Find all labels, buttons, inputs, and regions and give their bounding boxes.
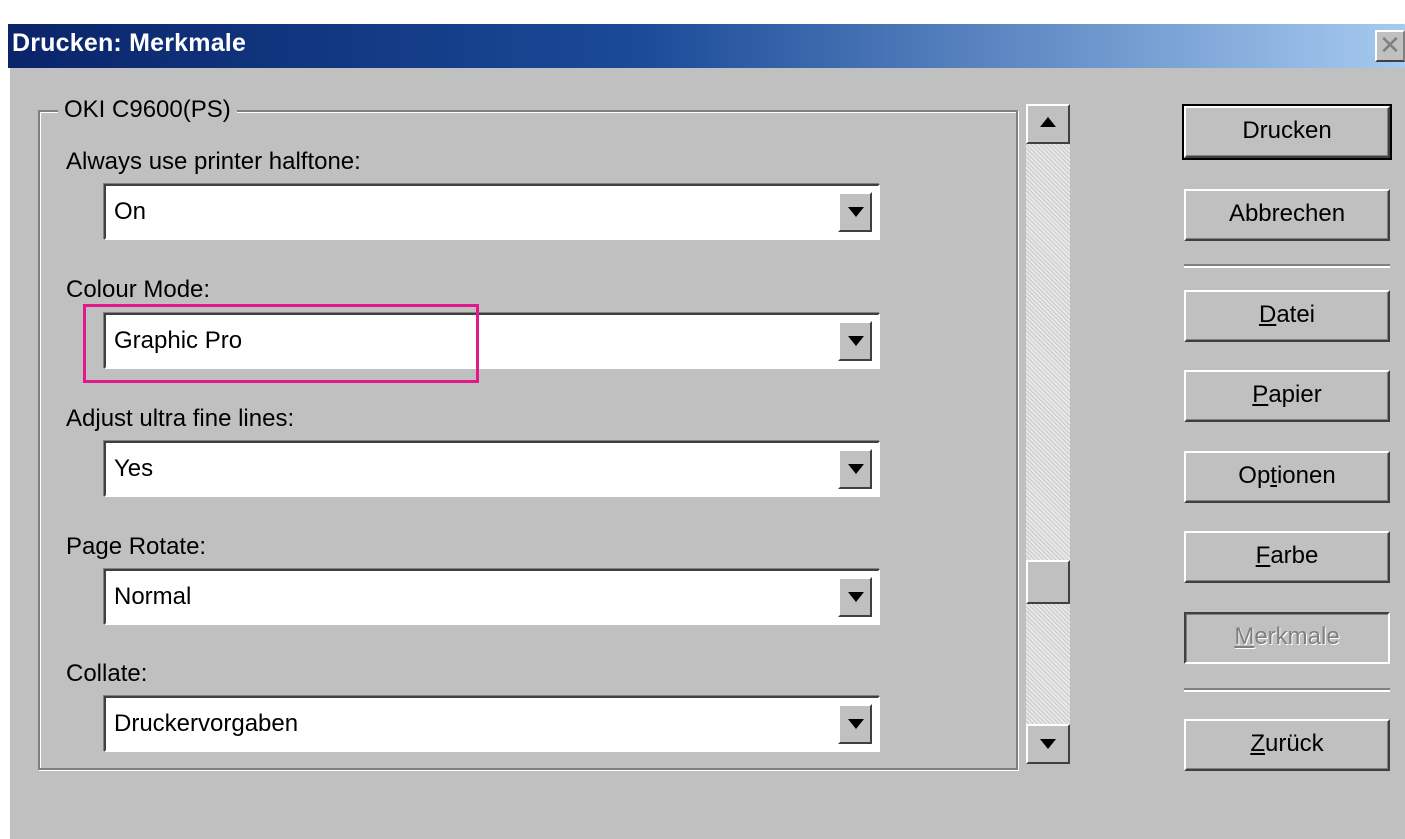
paper-button[interactable]: Papier xyxy=(1184,370,1390,422)
color-label-rest: arbe xyxy=(1270,542,1319,569)
options-label-pre: Op xyxy=(1238,462,1271,489)
print-button[interactable]: Drucken xyxy=(1182,104,1392,160)
features-mnemonic: M xyxy=(1234,623,1255,650)
button-separator xyxy=(1184,688,1390,692)
page-rotate-value: Normal xyxy=(114,583,192,610)
colour-mode-dropdown-button[interactable] xyxy=(838,321,872,361)
colour-mode-select[interactable]: Graphic Pro xyxy=(104,313,880,369)
color-button[interactable]: Farbe xyxy=(1184,531,1390,583)
halftone-label: Always use printer halftone: xyxy=(66,148,361,175)
colour-mode-label: Colour Mode: xyxy=(66,276,211,303)
file-button[interactable]: Datei xyxy=(1184,290,1390,342)
back-label-rest: urück xyxy=(1264,730,1324,757)
color-mnemonic: F xyxy=(1255,542,1271,569)
collate-label: Collate: xyxy=(66,660,148,687)
paper-label-rest: apier xyxy=(1268,381,1322,408)
fine-lines-label: Adjust ultra fine lines: xyxy=(66,405,295,432)
printer-group-legend: OKI C9600(PS) xyxy=(58,96,237,124)
fine-lines-dropdown-button[interactable] xyxy=(838,449,872,489)
close-button[interactable]: ✕ xyxy=(1375,30,1405,62)
page-rotate-select[interactable]: Normal xyxy=(104,569,880,625)
close-icon: ✕ xyxy=(1379,30,1401,60)
collate-value: Druckervorgaben xyxy=(114,710,299,737)
collate-dropdown-button[interactable] xyxy=(838,704,872,744)
page-rotate-dropdown-button[interactable] xyxy=(838,577,872,617)
features-label-rest: erkmale xyxy=(1254,623,1340,650)
features-button: Merkmale xyxy=(1184,612,1390,664)
arrow-up-icon xyxy=(1040,117,1056,127)
cancel-button-label: Abbrechen xyxy=(1228,200,1346,227)
scroll-thumb[interactable] xyxy=(1026,560,1070,604)
cancel-button[interactable]: Abbrechen xyxy=(1184,189,1390,241)
vertical-scrollbar[interactable] xyxy=(1026,104,1070,764)
colour-mode-value: Graphic Pro xyxy=(114,327,243,354)
back-mnemonic: Z xyxy=(1250,730,1265,757)
collate-select[interactable]: Druckervorgaben xyxy=(104,696,880,752)
options-button[interactable]: Optionen xyxy=(1184,451,1390,503)
chevron-down-icon xyxy=(848,207,864,217)
back-button[interactable]: Zurück xyxy=(1184,719,1390,771)
chevron-down-icon xyxy=(848,719,864,729)
halftone-dropdown-button[interactable] xyxy=(838,192,872,232)
paper-mnemonic: P xyxy=(1252,381,1269,408)
file-label-rest: atei xyxy=(1276,301,1316,328)
window-title: Drucken: Merkmale xyxy=(12,29,247,57)
print-button-label: Drucken xyxy=(1242,117,1332,144)
chevron-down-icon xyxy=(848,592,864,602)
arrow-down-icon xyxy=(1040,739,1056,749)
fine-lines-select[interactable]: Yes xyxy=(104,441,880,497)
chevron-down-icon xyxy=(848,336,864,346)
button-separator xyxy=(1184,264,1390,268)
options-mnemonic: t xyxy=(1270,462,1277,489)
scroll-down-button[interactable] xyxy=(1026,724,1070,764)
fine-lines-value: Yes xyxy=(114,455,154,482)
file-mnemonic: D xyxy=(1258,301,1277,328)
halftone-value: On xyxy=(114,198,147,225)
chevron-down-icon xyxy=(848,464,864,474)
page-rotate-label: Page Rotate: xyxy=(66,533,207,560)
options-label-rest: ionen xyxy=(1276,462,1336,489)
halftone-select[interactable]: On xyxy=(104,184,880,240)
title-bar: Drucken: Merkmale ✕ xyxy=(8,24,1405,68)
scroll-up-button[interactable] xyxy=(1026,104,1070,144)
